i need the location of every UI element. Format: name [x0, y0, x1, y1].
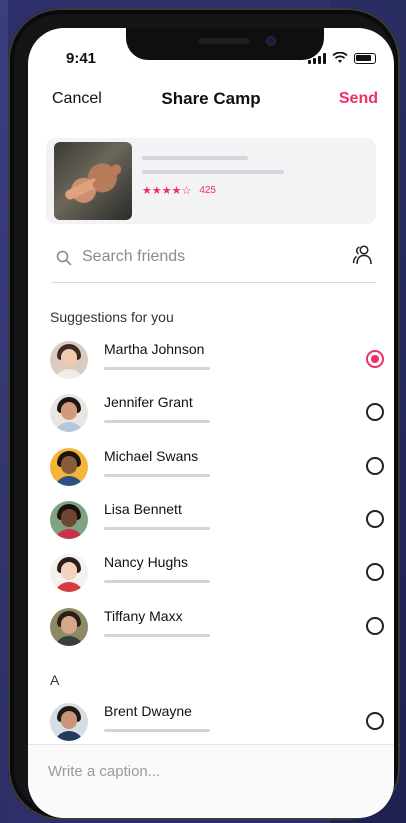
- avatar: [50, 341, 88, 379]
- friend-detail-placeholder: [104, 474, 210, 477]
- camp-thumbnail: [54, 142, 132, 220]
- friend-row[interactable]: Martha Johnson: [50, 341, 384, 385]
- section-title-suggestions: Suggestions for you: [50, 309, 174, 325]
- status-time: 9:41: [66, 50, 97, 67]
- nav-bar: Cancel Share Camp Send: [28, 88, 394, 112]
- camp-subtitle-placeholder: [142, 170, 284, 174]
- select-radio[interactable]: [366, 617, 384, 635]
- select-radio[interactable]: [366, 350, 384, 368]
- friend-name: Tiffany Maxx: [104, 608, 183, 624]
- friend-name: Martha Johnson: [104, 341, 205, 357]
- friend-row[interactable]: Nancy Hughs: [50, 554, 384, 598]
- avatar: [50, 608, 88, 646]
- phone-frame: 9:41 Cancel Share Camp Send ★★★★☆ 425 Se…: [8, 8, 400, 820]
- search-icon: [56, 250, 72, 266]
- select-radio[interactable]: [366, 457, 384, 475]
- friend-row[interactable]: Lisa Bennett: [50, 501, 384, 545]
- select-radio[interactable]: [366, 712, 384, 730]
- search-bar[interactable]: Search friends: [52, 244, 376, 283]
- friend-row[interactable]: Jennifer Grant: [50, 394, 384, 438]
- friend-name: Jennifer Grant: [104, 394, 193, 410]
- notch: [126, 28, 324, 60]
- avatar: [50, 394, 88, 432]
- camp-card[interactable]: ★★★★☆ 425: [46, 138, 376, 224]
- friend-detail-placeholder: [104, 634, 210, 637]
- camp-title-placeholder: [142, 156, 248, 160]
- section-title-a: A: [50, 672, 60, 688]
- friend-name: Brent Dwayne: [104, 703, 192, 719]
- rating: ★★★★☆ 425: [142, 184, 216, 197]
- status-icons: [308, 52, 376, 64]
- select-radio[interactable]: [366, 563, 384, 581]
- friend-detail-placeholder: [104, 420, 210, 423]
- caption-bar: Write a caption...: [28, 744, 394, 818]
- search-input[interactable]: Search friends: [82, 248, 185, 266]
- rating-count: 425: [199, 185, 216, 196]
- people-icon[interactable]: [352, 244, 374, 266]
- select-radio[interactable]: [366, 510, 384, 528]
- front-camera: [266, 36, 276, 46]
- background-left: [0, 0, 8, 823]
- avatar: [50, 501, 88, 539]
- send-button[interactable]: Send: [339, 90, 378, 108]
- friend-detail-placeholder: [104, 527, 210, 530]
- friend-detail-placeholder: [104, 367, 210, 370]
- friend-detail-placeholder: [104, 580, 210, 583]
- friend-row[interactable]: Tiffany Maxx: [50, 608, 384, 652]
- friend-detail-placeholder: [104, 729, 210, 732]
- avatar: [50, 703, 88, 741]
- friend-name: Lisa Bennett: [104, 501, 182, 517]
- speaker: [198, 38, 250, 44]
- rating-stars-icon: ★★★★☆: [142, 185, 192, 197]
- friend-name: Michael Swans: [104, 448, 199, 464]
- friend-row[interactable]: Brent Dwayne: [50, 703, 384, 747]
- avatar: [50, 448, 88, 486]
- friend-name: Nancy Hughs: [104, 554, 189, 570]
- wifi-icon: [332, 52, 348, 63]
- screen: 9:41 Cancel Share Camp Send ★★★★☆ 425 Se…: [28, 28, 394, 818]
- battery-icon: [354, 52, 376, 64]
- avatar: [50, 554, 88, 592]
- caption-input[interactable]: Write a caption...: [48, 763, 160, 780]
- friend-row[interactable]: Michael Swans: [50, 448, 384, 492]
- signal-icon: [308, 52, 326, 64]
- select-radio[interactable]: [366, 403, 384, 421]
